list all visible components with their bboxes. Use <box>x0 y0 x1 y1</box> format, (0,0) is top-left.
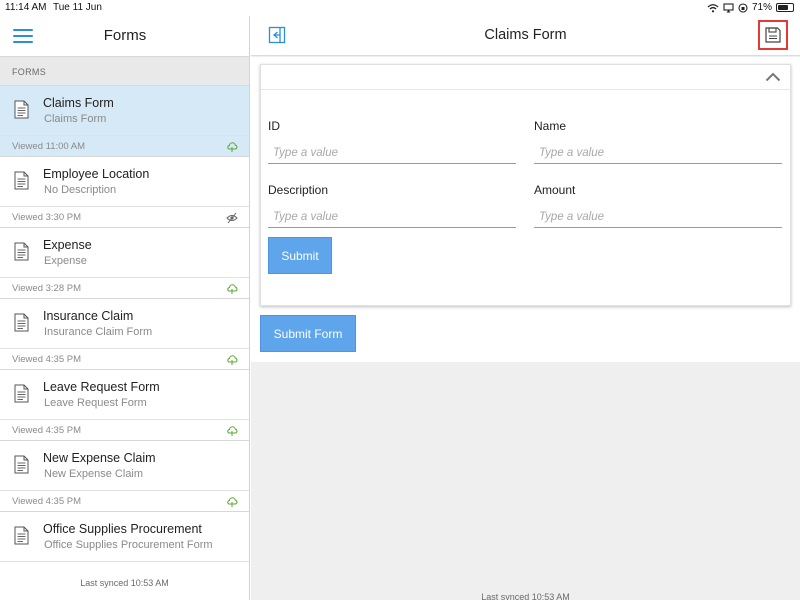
page-title: Claims Form <box>484 27 567 43</box>
sidebar-sync-status: Last synced 10:53 AM <box>0 568 249 600</box>
name-input[interactable] <box>534 142 782 164</box>
description-label: Description <box>268 183 329 197</box>
form-item-meta: Viewed 4:35 PM <box>0 419 249 441</box>
form-description: Claims Form <box>44 113 107 125</box>
sync-disabled-icon <box>226 211 238 224</box>
form-name: Office Supplies Procurement <box>43 522 202 536</box>
card-header <box>261 65 790 90</box>
form-viewed-time: Viewed 3:30 PM <box>12 212 82 223</box>
cloud-synced-icon <box>226 140 238 152</box>
form-name: Leave Request Form <box>43 380 160 394</box>
form-name: Claims Form <box>43 96 114 110</box>
name-label: Name <box>534 119 567 133</box>
description-field-group: Description <box>268 183 516 228</box>
orientation-lock-icon <box>738 2 748 13</box>
form-list: Claims Form Claims Form Viewed 11:00 AM … <box>0 86 249 583</box>
form-name: Expense <box>43 238 92 252</box>
main-panel: Claims Form ID Name <box>251 0 800 600</box>
form-item-meta: Viewed 3:28 PM <box>0 277 249 299</box>
form-description: Insurance Claim Form <box>44 326 153 338</box>
form-card: ID Name Description Amount Submit <box>260 64 791 306</box>
form-list-item[interactable]: Employee Location No Description Viewed … <box>0 157 249 228</box>
form-list-item[interactable]: Claims Form Claims Form Viewed 11:00 AM <box>0 86 249 157</box>
form-description: No Description <box>44 184 117 196</box>
form-name: Employee Location <box>43 167 150 181</box>
form-description: Office Supplies Procurement Form <box>44 539 213 551</box>
battery-percent: 71% <box>751 2 772 13</box>
cloud-synced-icon <box>226 282 238 294</box>
form-viewed-time: Viewed 11:00 AM <box>12 141 86 152</box>
main-sync-status: Last synced 10:53 AM <box>481 592 570 600</box>
form-description: New Expense Claim <box>44 468 144 480</box>
form-viewed-time: Viewed 3:28 PM <box>12 283 82 294</box>
document-icon <box>14 526 29 545</box>
form-item-meta: Viewed 3:30 PM <box>0 206 249 228</box>
status-indicators: 71% <box>707 2 794 13</box>
form-content-area: ID Name Description Amount Submit Submit… <box>251 57 800 362</box>
id-field-group: ID <box>268 119 516 164</box>
form-name: Insurance Claim <box>43 309 134 323</box>
form-item-meta: Viewed 4:35 PM <box>0 490 249 512</box>
id-input[interactable] <box>268 142 516 164</box>
document-icon <box>14 171 29 190</box>
battery-icon <box>776 3 794 12</box>
form-item-meta: Viewed 11:00 AM <box>0 135 249 157</box>
form-item-meta: Viewed 4:35 PM <box>0 348 249 370</box>
name-field-group: Name <box>534 119 782 164</box>
form-viewed-time: Viewed 4:35 PM <box>12 496 82 507</box>
description-input[interactable] <box>268 206 516 228</box>
form-list-item[interactable]: Leave Request Form Leave Request Form Vi… <box>0 370 249 441</box>
status-bar: 11:14 AM Tue 11 Jun 71% <box>0 0 800 16</box>
section-header-forms: FORMS <box>0 56 249 86</box>
form-description: Leave Request Form <box>44 397 147 409</box>
id-label: ID <box>268 119 280 133</box>
cloud-synced-icon <box>226 424 238 436</box>
chevron-up-icon[interactable] <box>765 72 781 82</box>
sidebar-title: Forms <box>103 27 147 44</box>
form-list-item[interactable]: Insurance Claim Insurance Claim Form Vie… <box>0 299 249 370</box>
status-date: Tue 11 Jun <box>53 2 102 13</box>
cloud-synced-icon <box>226 495 238 507</box>
cloud-synced-icon <box>226 353 238 365</box>
status-time: 11:14 AM <box>5 2 47 13</box>
document-icon <box>14 100 29 119</box>
form-description: Expense <box>44 255 87 267</box>
document-icon <box>14 242 29 261</box>
amount-input[interactable] <box>534 206 782 228</box>
sidebar-header: Forms <box>0 16 250 56</box>
sidebar: Forms FORMS Claims Form Claims Form View… <box>0 0 250 600</box>
form-name: New Expense Claim <box>43 451 156 465</box>
submit-form-button[interactable]: Submit Form <box>260 315 356 352</box>
wifi-icon <box>707 3 719 12</box>
amount-field-group: Amount <box>534 183 782 228</box>
save-icon <box>765 27 781 43</box>
document-icon <box>14 313 29 332</box>
form-list-item[interactable]: New Expense Claim New Expense Claim View… <box>0 441 249 512</box>
form-list-item[interactable]: Expense Expense Viewed 3:28 PM <box>0 228 249 299</box>
amount-label: Amount <box>534 183 576 197</box>
submit-button[interactable]: Submit <box>268 237 332 274</box>
screen-mirror-icon <box>723 2 734 12</box>
document-icon <box>14 384 29 403</box>
save-button[interactable] <box>758 20 788 50</box>
document-icon <box>14 455 29 474</box>
form-viewed-time: Viewed 4:35 PM <box>12 354 82 365</box>
main-header: Claims Form <box>251 16 800 56</box>
form-viewed-time: Viewed 4:35 PM <box>12 425 82 436</box>
